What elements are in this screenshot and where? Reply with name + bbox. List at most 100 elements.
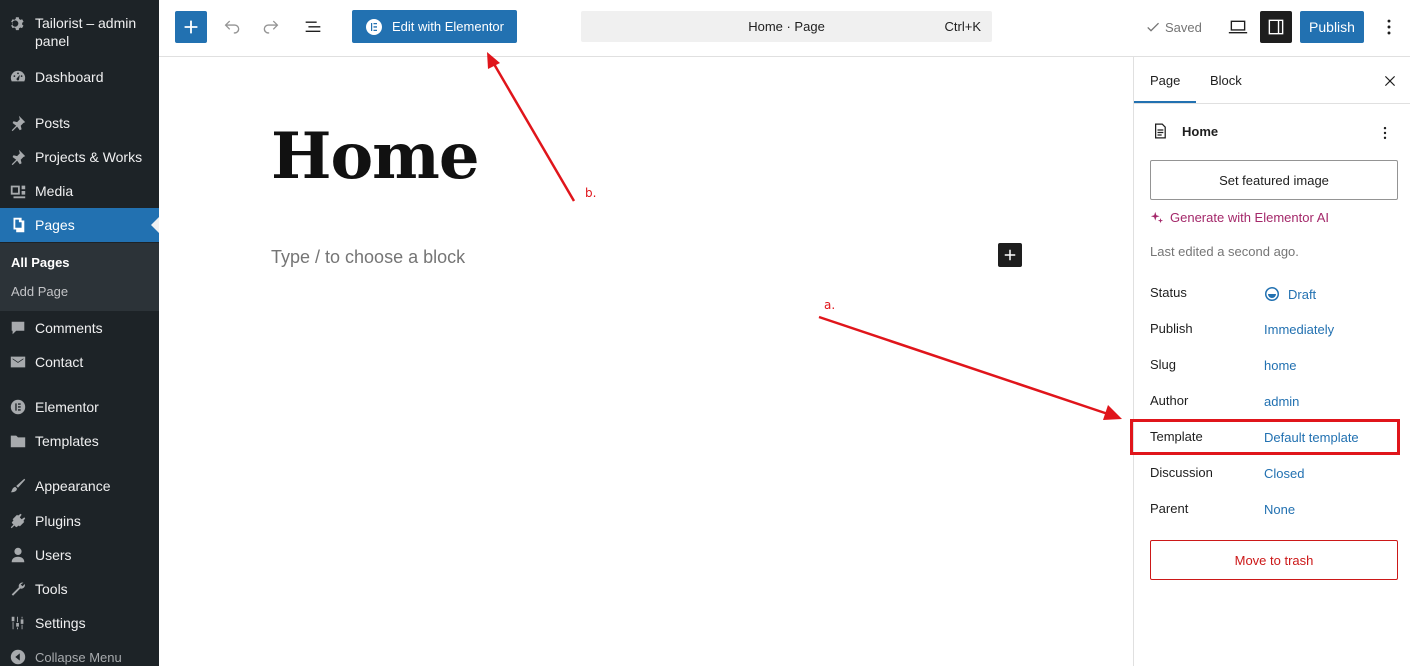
discussion-label: Discussion bbox=[1150, 465, 1213, 480]
undo-button[interactable] bbox=[217, 11, 247, 43]
sidebar-item-posts[interactable]: Posts bbox=[0, 106, 159, 140]
command-shortcut: Ctrl+K bbox=[944, 19, 981, 34]
sidebar-item-label: Plugins bbox=[35, 513, 81, 529]
command-bar-title: Home · Page bbox=[748, 19, 825, 34]
publish-value[interactable]: Immediately bbox=[1264, 322, 1334, 337]
sidebar-item-projects[interactable]: Projects & Works bbox=[0, 140, 159, 174]
sidebar-item-comments[interactable]: Comments bbox=[0, 311, 159, 345]
plug-icon bbox=[8, 511, 28, 531]
sidebar-item-elementor[interactable]: Elementor bbox=[0, 390, 159, 424]
command-palette-bar[interactable]: Home · Page Ctrl+K bbox=[581, 11, 992, 42]
document-title-text: Home bbox=[1182, 123, 1219, 139]
sidebar-item-settings[interactable]: Settings bbox=[0, 606, 159, 640]
sidebar-item-label: Comments bbox=[35, 320, 103, 336]
redo-button[interactable] bbox=[256, 11, 286, 43]
elementor-icon bbox=[8, 397, 28, 417]
sidebar-panel-icon bbox=[1268, 19, 1284, 35]
slug-row: Slug home bbox=[1150, 357, 1398, 377]
tab-page[interactable]: Page bbox=[1133, 57, 1197, 104]
pages-icon bbox=[8, 215, 28, 235]
sidebar-item-pages[interactable]: Pages bbox=[0, 208, 159, 242]
collapse-menu-label: Collapse Menu bbox=[35, 649, 122, 665]
slug-label: Slug bbox=[1150, 357, 1177, 372]
template-highlight-box bbox=[1130, 419, 1400, 455]
editor-toolbar: Edit with Elementor Home · Page Ctrl+K S… bbox=[159, 0, 1410, 57]
sidebar-item-appearance[interactable]: Appearance bbox=[0, 469, 159, 503]
tab-block[interactable]: Block bbox=[1210, 57, 1242, 104]
edit-with-elementor-label: Edit with Elementor bbox=[392, 19, 504, 34]
block-placeholder[interactable]: Type / to choose a block bbox=[271, 247, 465, 268]
add-block-button[interactable] bbox=[175, 11, 207, 43]
sidebar-item-contact[interactable]: Contact bbox=[0, 345, 159, 379]
sidebar-item-tools[interactable]: Tools bbox=[0, 572, 159, 606]
sidebar-item-label: Elementor bbox=[35, 399, 99, 415]
parent-label: Parent bbox=[1150, 501, 1189, 516]
publish-row: Publish Immediately bbox=[1150, 321, 1398, 341]
vertical-ellipsis-icon bbox=[1387, 19, 1391, 35]
publish-button[interactable]: Publish bbox=[1300, 11, 1364, 43]
status-value[interactable]: Draft bbox=[1264, 286, 1316, 302]
sidebar-item-dashboard[interactable]: Dashboard bbox=[0, 60, 159, 94]
author-value[interactable]: admin bbox=[1264, 394, 1299, 409]
site-title-text: Tailorist – admin panel bbox=[35, 15, 137, 49]
tabs-divider bbox=[1134, 103, 1410, 104]
sidebar-item-label: Dashboard bbox=[35, 69, 104, 85]
publish-label: Publish bbox=[1309, 19, 1355, 35]
plus-icon bbox=[1004, 249, 1016, 261]
folder-icon bbox=[8, 431, 28, 451]
edit-with-elementor-button[interactable]: Edit with Elementor bbox=[352, 10, 517, 43]
sidebar-item-label: Templates bbox=[35, 433, 99, 449]
preview-button[interactable] bbox=[1222, 11, 1254, 43]
editor-canvas: Home Type / to choose a block bbox=[159, 57, 1133, 666]
list-view-icon bbox=[305, 21, 321, 33]
close-settings-button[interactable] bbox=[1378, 69, 1402, 93]
document-card-title: Home bbox=[1150, 121, 1218, 141]
admin-sidebar: Tailorist – admin panel Dashboard Posts … bbox=[0, 0, 159, 666]
undo-icon bbox=[224, 20, 240, 34]
plus-icon bbox=[184, 20, 198, 34]
submenu-add-page[interactable]: Add Page bbox=[11, 284, 68, 299]
saved-text: Saved bbox=[1165, 19, 1202, 35]
inline-add-block-button[interactable] bbox=[998, 243, 1022, 267]
document-overview-button[interactable] bbox=[297, 11, 329, 43]
sidebar-item-templates[interactable]: Templates bbox=[0, 424, 159, 458]
generate-with-elementor-ai-link[interactable]: Generate with Elementor AI bbox=[1150, 210, 1329, 225]
set-featured-image-button[interactable]: Set featured image bbox=[1150, 160, 1398, 200]
vertical-ellipsis-icon bbox=[1383, 126, 1387, 140]
last-edited-text: Last edited a second ago. bbox=[1150, 244, 1299, 259]
post-title[interactable]: Home bbox=[271, 119, 480, 194]
options-menu-button[interactable] bbox=[1375, 11, 1403, 43]
discussion-value[interactable]: Closed bbox=[1264, 466, 1304, 481]
draft-status-icon bbox=[1265, 287, 1279, 301]
sidebar-item-label: Contact bbox=[35, 354, 84, 370]
move-to-trash-button[interactable]: Move to trash bbox=[1150, 540, 1398, 580]
close-icon bbox=[1384, 75, 1396, 87]
sparkle-icon bbox=[1150, 211, 1164, 223]
pages-submenu: All Pages Add Page bbox=[0, 243, 159, 311]
status-label: Status bbox=[1150, 285, 1187, 300]
sidebar-item-label: Users bbox=[35, 547, 72, 563]
sidebar-item-users[interactable]: Users bbox=[0, 538, 159, 572]
sidebar-item-label: Appearance bbox=[35, 478, 111, 494]
desktop-icon bbox=[1228, 20, 1248, 34]
wrench-icon bbox=[8, 579, 28, 599]
parent-value[interactable]: None bbox=[1264, 502, 1295, 517]
comment-icon bbox=[8, 318, 28, 338]
sidebar-item-label: Media bbox=[35, 183, 74, 199]
submenu-all-pages[interactable]: All Pages bbox=[11, 255, 70, 270]
site-title[interactable]: Tailorist – admin panel bbox=[8, 14, 150, 50]
ai-link-label: Generate with Elementor AI bbox=[1170, 210, 1329, 225]
sidebar-item-plugins[interactable]: Plugins bbox=[0, 504, 159, 538]
pushpin-icon bbox=[8, 113, 28, 133]
document-options-button[interactable] bbox=[1374, 121, 1396, 145]
paintbrush-icon bbox=[8, 476, 28, 496]
settings-sidebar-toggle[interactable] bbox=[1260, 11, 1292, 43]
page-icon bbox=[1155, 123, 1166, 139]
sidebar-item-media[interactable]: Media bbox=[0, 174, 159, 208]
collapse-menu-button[interactable]: Collapse Menu bbox=[0, 640, 159, 666]
sidebar-item-label: Posts bbox=[35, 115, 71, 131]
slug-value[interactable]: home bbox=[1264, 358, 1297, 373]
annotation-a-label: a. bbox=[824, 298, 836, 312]
collapse-arrow-icon bbox=[8, 647, 28, 666]
elementor-logo-icon bbox=[366, 18, 382, 35]
